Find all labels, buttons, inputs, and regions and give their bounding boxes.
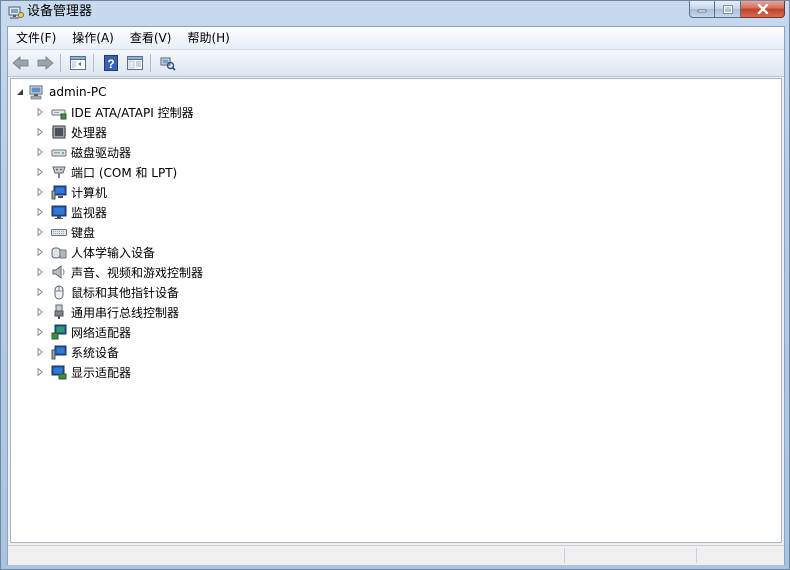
expand-arrow-icon[interactable]: [35, 227, 45, 237]
help-icon: ?: [104, 55, 118, 71]
menu-action[interactable]: 操作(A): [64, 28, 122, 48]
system-devices-icon: [51, 344, 67, 360]
properties-icon: [127, 56, 143, 70]
caption-buttons: [689, 1, 785, 19]
menu-bar: 文件(F) 操作(A) 查看(V) 帮助(H): [8, 27, 784, 50]
tree-item-display[interactable]: 显示适配器: [35, 362, 131, 382]
svg-text:?: ?: [107, 57, 114, 71]
scan-hardware-icon: [160, 57, 176, 71]
menu-view[interactable]: 查看(V): [122, 28, 180, 48]
tree-item-ports[interactable]: 端口 (COM 和 LPT): [35, 162, 177, 182]
forward-arrow-icon: [37, 56, 54, 70]
back-button[interactable]: [10, 52, 32, 74]
tree-root[interactable]: admin-PC: [15, 82, 107, 102]
tree-item-disk-drives[interactable]: 磁盘驱动器: [35, 142, 131, 162]
toolbar-separator: [150, 54, 151, 72]
tree-item-label: 人体学输入设备: [71, 245, 156, 260]
tree-item-label: 计算机: [71, 185, 108, 200]
tree-item-monitors[interactable]: 监视器: [35, 202, 107, 222]
minimize-icon: [697, 9, 707, 13]
status-pane: [696, 548, 783, 563]
expand-arrow-icon[interactable]: [35, 367, 45, 377]
collapse-arrow-icon[interactable]: [15, 87, 25, 97]
expand-arrow-icon[interactable]: [35, 347, 45, 357]
expand-arrow-icon[interactable]: [35, 287, 45, 297]
expand-arrow-icon[interactable]: [35, 107, 45, 117]
tree-item-label: 网络适配器: [71, 325, 132, 340]
back-arrow-icon: [12, 56, 29, 70]
disk-drive-icon: [51, 144, 67, 160]
expand-arrow-icon[interactable]: [35, 327, 45, 337]
minimize-button[interactable]: [689, 1, 715, 18]
tree-item-ide[interactable]: IDE ATA/ATAPI 控制器: [35, 102, 194, 122]
maximize-icon: [722, 4, 733, 14]
expand-arrow-icon[interactable]: [35, 167, 45, 177]
computer-icon: [29, 84, 45, 100]
tree-item-label: 鼠标和其他指针设备: [71, 285, 180, 300]
window-title: 设备管理器: [27, 4, 93, 19]
expand-arrow-icon[interactable]: [35, 267, 45, 277]
tree-item-label: 显示适配器: [71, 365, 132, 380]
expand-arrow-icon[interactable]: [35, 127, 45, 137]
help-button[interactable]: ?: [100, 52, 122, 74]
tree-item-network[interactable]: 网络适配器: [35, 322, 131, 342]
toolbar: ?: [8, 50, 784, 77]
device-tree[interactable]: admin-PC IDE ATA/ATAPI 控制器 处理器 磁盘驱动器 端口 …: [10, 78, 782, 543]
status-bar: [8, 545, 784, 565]
window-frame: 设备管理器 文件(F) 操作(A) 查看(V) 帮助(H) ? admin-PC…: [0, 0, 790, 570]
tree-item-sound[interactable]: 声音、视频和游戏控制器: [35, 262, 203, 282]
scan-hardware-button[interactable]: [157, 52, 179, 74]
properties-button[interactable]: [124, 52, 146, 74]
maximize-button[interactable]: [715, 1, 741, 18]
toolbar-separator: [93, 54, 94, 72]
tree-item-label: 处理器: [71, 125, 108, 140]
tree-item-hid[interactable]: 人体学输入设备: [35, 242, 155, 262]
tree-item-label: 声音、视频和游戏控制器: [71, 265, 204, 280]
tree-root-label: admin-PC: [49, 85, 107, 99]
network-adapter-icon: [51, 324, 67, 340]
console-tree-icon: [70, 56, 86, 70]
tree-item-label: 端口 (COM 和 LPT): [71, 165, 178, 180]
menu-help[interactable]: 帮助(H): [179, 28, 237, 48]
tree-item-processor[interactable]: 处理器: [35, 122, 107, 142]
tree-item-label: 键盘: [71, 225, 96, 240]
usb-icon: [51, 304, 67, 320]
device-manager-icon: [8, 4, 24, 20]
tree-item-label: 通用串行总线控制器: [71, 305, 180, 320]
tree-item-usb[interactable]: 通用串行总线控制器: [35, 302, 179, 322]
tree-item-label: 磁盘驱动器: [71, 145, 132, 160]
tree-item-computer[interactable]: 计算机: [35, 182, 107, 202]
tree-item-label: 系统设备: [71, 345, 120, 360]
show-hide-console-tree-button[interactable]: [67, 52, 89, 74]
close-button[interactable]: [741, 1, 785, 18]
processor-icon: [51, 124, 67, 140]
expand-arrow-icon[interactable]: [35, 187, 45, 197]
computer-monitor-icon: [51, 184, 67, 200]
status-pane: [564, 548, 697, 563]
speaker-icon: [51, 264, 67, 280]
hid-icon: [51, 244, 67, 260]
expand-arrow-icon[interactable]: [35, 147, 45, 157]
tree-item-label: 监视器: [71, 205, 108, 220]
display-adapter-icon: [51, 364, 67, 380]
title-bar[interactable]: 设备管理器: [1, 1, 790, 25]
expand-arrow-icon[interactable]: [35, 247, 45, 257]
close-icon: [757, 4, 768, 14]
keyboard-icon: [51, 224, 67, 240]
toolbar-separator: [60, 54, 61, 72]
menu-file[interactable]: 文件(F): [8, 28, 64, 48]
port-icon: [51, 164, 67, 180]
mouse-icon: [51, 284, 67, 300]
expand-arrow-icon[interactable]: [35, 207, 45, 217]
expand-arrow-icon[interactable]: [35, 307, 45, 317]
tree-item-keyboards[interactable]: 键盘: [35, 222, 95, 242]
tree-item-system[interactable]: 系统设备: [35, 342, 119, 362]
tree-item-label: IDE ATA/ATAPI 控制器: [71, 105, 194, 120]
forward-button[interactable]: [34, 52, 56, 74]
ide-controller-icon: [51, 104, 67, 120]
client-area: 文件(F) 操作(A) 查看(V) 帮助(H) ? admin-PC IDE A…: [7, 26, 785, 565]
tree-item-mice[interactable]: 鼠标和其他指针设备: [35, 282, 179, 302]
monitor-icon: [51, 204, 67, 220]
